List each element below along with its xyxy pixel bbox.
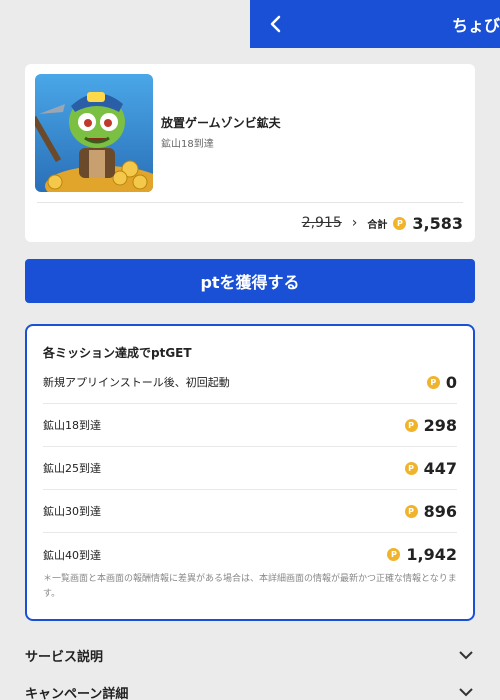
mission-label: 鉱山30到達 (43, 505, 101, 518)
get-points-button[interactable]: ptを獲得する (25, 259, 475, 303)
mission-row: 鉱山40到達 P 1,942 (43, 533, 457, 576)
mission-points: 447 (423, 458, 457, 478)
point-coin-icon: P (426, 375, 440, 389)
point-coin-icon: P (404, 418, 418, 432)
app-subtitle: 鉱山18到達 (161, 139, 214, 150)
point-coin-icon: P (387, 548, 401, 561)
disclaimer-note: ＊一覧画面と本画面の報酬情報に差異がある場合は、本詳細画面の情報が最新かつ正確な… (43, 574, 457, 599)
header-bar: ちょびリッチ (250, 0, 500, 48)
point-coin-icon: P (404, 504, 418, 518)
campaign-details-toggle[interactable]: キャンペーン詳細 (25, 679, 475, 700)
section-label: サービス説明 (25, 649, 104, 665)
points-summary: 2,915 › 合計 P 3,583 (302, 211, 463, 235)
point-coin-icon: P (393, 216, 407, 230)
mission-points: 896 (423, 501, 457, 521)
mission-label: 新規アプリインストール後、初回起動 (43, 376, 230, 389)
app-name: 放置ゲームゾンビ鉱夫 (161, 116, 281, 130)
chevron-right-icon: › (351, 215, 358, 231)
page-title: ちょびリッチ (452, 16, 500, 35)
mission-points: 0 (445, 372, 457, 392)
divider (37, 202, 463, 203)
chevron-left-icon (270, 15, 281, 33)
mission-label: 鉱山40到達 (43, 548, 101, 562)
mission-label: 鉱山18到達 (43, 419, 101, 432)
mission-points: 298 (423, 415, 457, 435)
section-label: キャンペーン詳細 (25, 686, 129, 700)
mission-row: 鉱山25到達 P 447 (43, 447, 457, 490)
chevron-down-icon (457, 683, 475, 700)
mission-label: 鉱山25到達 (43, 462, 101, 475)
mission-points: 1,942 (406, 545, 457, 564)
mission-title: 各ミッション達成でptGET (43, 346, 192, 360)
app-icon (35, 74, 153, 192)
total-points: 3,583 (412, 213, 463, 233)
total-label: 合計 (367, 219, 388, 231)
old-points: 2,915 (301, 215, 342, 231)
back-button[interactable] (262, 10, 290, 38)
mission-row: 新規アプリインストール後、初回起動 P 0 (43, 361, 457, 404)
app-card: 放置ゲームゾンビ鉱夫 鉱山18到達 2,915 › 合計 P 3,583 (25, 64, 475, 242)
mission-row: 鉱山18到達 P 298 (43, 404, 457, 447)
point-coin-icon: P (404, 461, 418, 475)
chevron-down-icon (457, 646, 475, 664)
mission-row: 鉱山30到達 P 896 (43, 490, 457, 533)
mission-box: 各ミッション達成でptGET 新規アプリインストール後、初回起動 P 0 鉱山1… (25, 324, 475, 621)
service-description-toggle[interactable]: サービス説明 (25, 642, 475, 668)
